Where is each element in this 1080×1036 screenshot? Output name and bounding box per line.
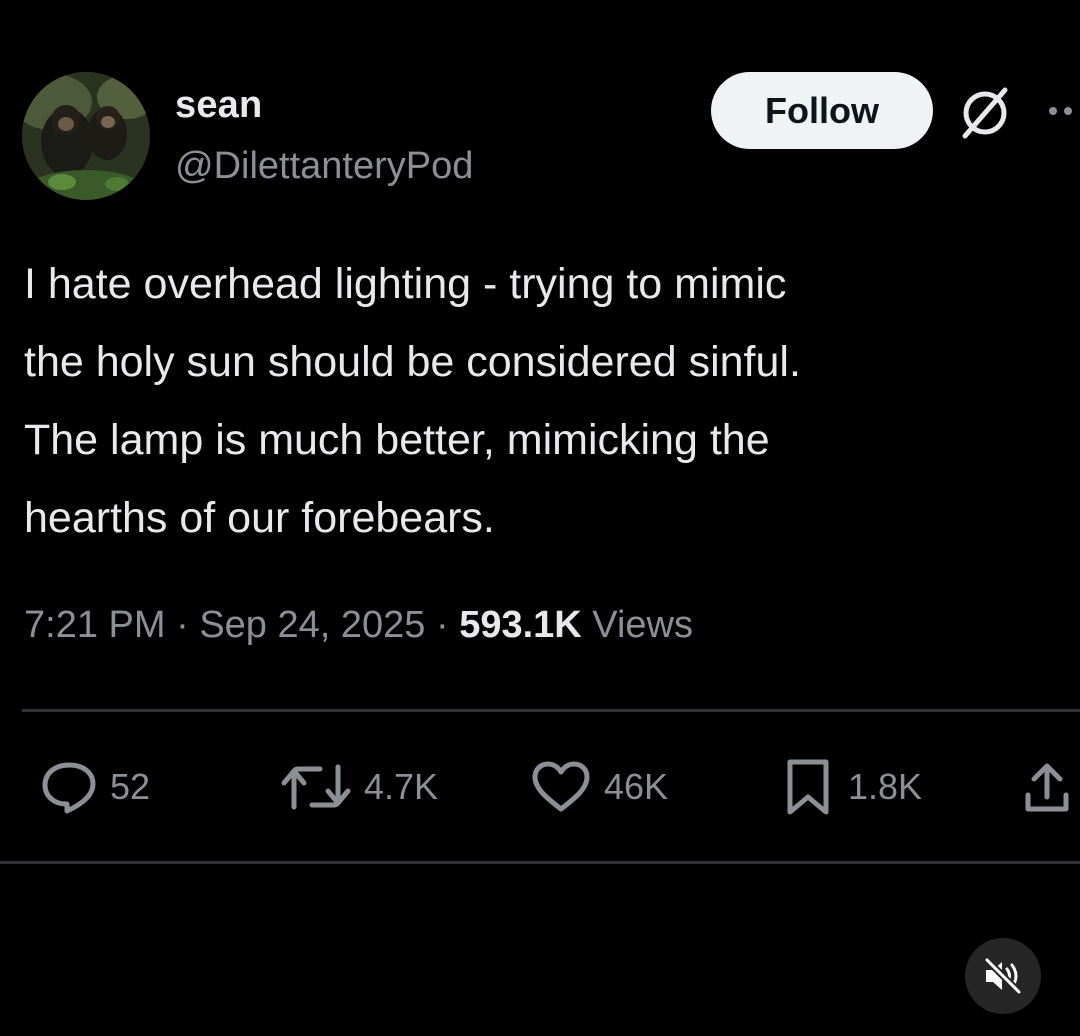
reply-count: 52 bbox=[110, 766, 151, 807]
follow-button[interactable]: Follow bbox=[711, 72, 933, 149]
meta-separator: · bbox=[435, 604, 449, 646]
divider bbox=[0, 861, 1080, 864]
repost-button[interactable]: 4.7K bbox=[280, 755, 438, 819]
like-button[interactable]: 46K bbox=[530, 755, 668, 819]
repost-count: 4.7K bbox=[364, 766, 439, 807]
mute-button[interactable] bbox=[965, 938, 1041, 1014]
tweet-date[interactable]: Sep 24, 2025 bbox=[199, 604, 425, 646]
bookmark-icon bbox=[787, 759, 829, 815]
reply-icon bbox=[42, 762, 96, 814]
bookmark-button[interactable]: 1.8K bbox=[780, 755, 922, 819]
views-label: Views bbox=[592, 604, 693, 646]
meta-separator: · bbox=[176, 604, 189, 646]
display-name[interactable]: sean bbox=[175, 84, 262, 127]
reply-button[interactable]: 52 bbox=[40, 755, 150, 819]
bookmark-count: 1.8K bbox=[848, 766, 923, 807]
tweet-text: I hate overhead lighting - trying to mim… bbox=[24, 260, 801, 542]
views-count: 593.1K bbox=[459, 604, 582, 646]
divider bbox=[22, 709, 1080, 712]
grok-icon[interactable] bbox=[955, 85, 1015, 141]
repost-icon bbox=[281, 764, 351, 810]
avatar[interactable] bbox=[22, 72, 150, 200]
tweet-time[interactable]: 7:21 PM bbox=[24, 604, 166, 646]
user-handle[interactable]: @DilettanteryPod bbox=[175, 145, 473, 188]
heart-icon bbox=[532, 761, 590, 812]
share-button[interactable] bbox=[1022, 755, 1072, 819]
avatar-image bbox=[22, 72, 150, 200]
tweet-view: sean @DilettanteryPod Follow I hate over… bbox=[0, 0, 1080, 1036]
like-count: 46K bbox=[604, 766, 669, 807]
muted-speaker-icon bbox=[983, 958, 1023, 994]
tweet-meta: 7:21 PM · Sep 24, 2025 · 593.1K Views bbox=[24, 604, 693, 647]
more-icon[interactable] bbox=[1048, 103, 1080, 119]
share-icon bbox=[1025, 763, 1069, 812]
